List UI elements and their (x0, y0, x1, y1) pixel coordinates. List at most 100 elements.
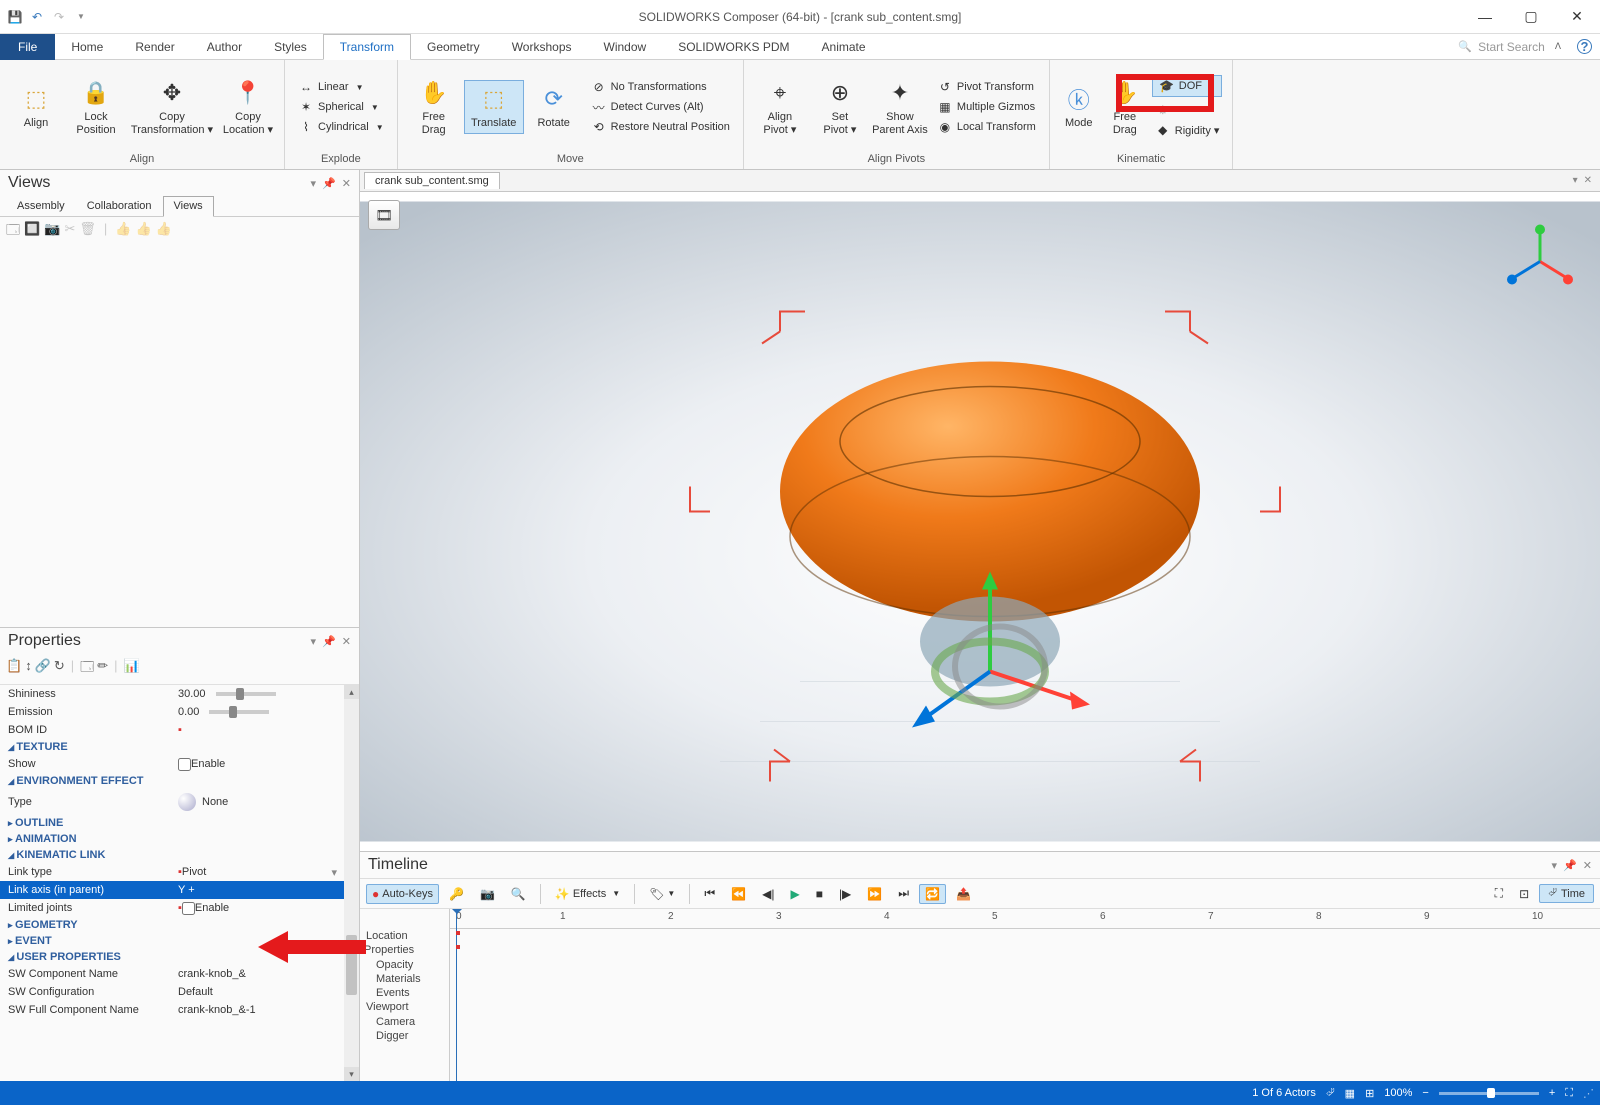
minimize-button[interactable]: — (1462, 0, 1508, 34)
goto-end-button[interactable]: ⏭ (892, 883, 915, 904)
tl-tool-button[interactable]: 🔍 (505, 884, 532, 904)
tab-render[interactable]: Render (119, 34, 190, 60)
kinematic-mode-button[interactable]: ⓚMode (1056, 81, 1102, 132)
limited-joints-checkbox[interactable] (182, 902, 195, 915)
auto-keys-button[interactable]: ●Auto-Keys (366, 884, 439, 904)
views-tab-collaboration[interactable]: Collaboration (76, 196, 163, 216)
prop-row-emission[interactable]: Emission0.00 (0, 703, 345, 721)
prop-tool-icon[interactable]: 🔗 (35, 658, 51, 680)
scroll-thumb[interactable] (346, 935, 357, 995)
prop-row-sw-comp-name[interactable]: SW Component Namecrank-knob_& (0, 965, 345, 983)
redo-icon[interactable]: ↷ (50, 8, 68, 26)
prop-tool-icon[interactable]: 🗔 (80, 658, 94, 680)
viewport-film-icon[interactable]: 🎞 (368, 200, 400, 230)
pivot-transform-button[interactable]: ↺Pivot Transform (934, 78, 1039, 96)
show-parent-axis-button[interactable]: ✦Show Parent Axis (870, 75, 930, 139)
track-viewport[interactable]: Viewport (364, 1000, 445, 1014)
views-tool-icon[interactable]: 📷 (44, 221, 60, 243)
prop-row-bom-id[interactable]: BOM ID▪ (0, 721, 345, 739)
prop-cat-env-effect[interactable]: ENVIRONMENT EFFECT (0, 773, 345, 789)
timeline-keyframe[interactable] (456, 931, 460, 935)
zoom-slider[interactable] (1439, 1092, 1539, 1095)
search-input[interactable]: Start Search (1458, 40, 1544, 54)
properties-scrollbar[interactable]: ▴ ▾ (344, 685, 359, 1081)
rigidity-button[interactable]: ◆Rigidity ▾ (1152, 121, 1223, 139)
panel-pin-icon[interactable]: ▾ (311, 635, 317, 648)
zoom-fit-button[interactable]: ⛶ (1565, 1087, 1573, 1100)
rotate-button[interactable]: ⟳Rotate (524, 81, 584, 132)
play-button[interactable]: ▶ (784, 884, 805, 904)
views-tool-icon[interactable]: 🔲 (24, 221, 40, 243)
dof-button[interactable]: 🎓DOF (1152, 75, 1223, 97)
prop-row-link-type[interactable]: Link type▪ Pivot▾ (0, 863, 345, 881)
prop-cat-outline[interactable]: OUTLINE (0, 815, 345, 831)
timeline-ruler[interactable]: 0 1 2 3 4 5 6 7 8 9 10 (450, 909, 1600, 929)
copy-location-button[interactable]: 📍Copy Location ▾ (218, 75, 278, 139)
file-menu-button[interactable]: File (0, 34, 55, 60)
prop-tool-icon[interactable]: 📊 (124, 658, 140, 680)
prop-row-show[interactable]: Show Enable (0, 755, 345, 773)
rewind-button[interactable]: ⏪ (725, 884, 752, 904)
prop-cat-kinematic-link[interactable]: KINEMATIC LINK (0, 847, 345, 863)
views-tool-icon[interactable]: 👍 (135, 221, 151, 243)
save-icon[interactable]: 💾 (6, 8, 24, 26)
status-grid-icon[interactable]: ▦ (1345, 1087, 1355, 1100)
track-properties[interactable]: Properties (364, 943, 445, 957)
scroll-up-icon[interactable]: ▴ (344, 685, 359, 699)
no-transformations-button[interactable]: ⊘No Transformations (588, 78, 733, 96)
panel-pin-icon[interactable]: ▾ (311, 177, 317, 190)
qat-dropdown-icon[interactable]: ▼ (72, 8, 90, 26)
explode-spherical-button[interactable]: ✶Spherical▼ (295, 98, 387, 116)
prop-cat-event[interactable]: EVENT (0, 933, 345, 949)
time-mode-button[interactable]: ⮰Time (1539, 884, 1594, 903)
doc-tab-close-icon[interactable]: ✕ (1584, 175, 1592, 186)
effects-button[interactable]: ✨Effects▼ (549, 884, 626, 904)
track-location[interactable]: Location (364, 929, 445, 943)
goto-start-button[interactable]: ⏮ (698, 883, 721, 904)
views-tab-assembly[interactable]: Assembly (6, 196, 76, 216)
tab-styles[interactable]: Styles (258, 34, 323, 60)
prop-row-shininess[interactable]: Shininess30.00 (0, 685, 345, 703)
prop-tool-icon[interactable]: ↕ (25, 658, 32, 680)
undo-icon[interactable]: ↶ (28, 8, 46, 26)
tab-solidworks-pdm[interactable]: SOLIDWORKS PDM (662, 34, 805, 60)
tl-tool-button[interactable]: 🔑 (443, 884, 470, 904)
status-cursor-icon[interactable]: ⮰ (1326, 1087, 1335, 1100)
tab-author[interactable]: Author (191, 34, 258, 60)
doc-tab-dropdown-icon[interactable]: ▾ (1573, 175, 1578, 186)
views-tab-views[interactable]: Views (163, 196, 214, 217)
align-button[interactable]: ⬚Align (6, 81, 66, 132)
loop-button[interactable]: 🔁 (919, 884, 946, 904)
views-tool-icon[interactable]: ✂ (64, 221, 75, 243)
show-checkbox[interactable] (178, 758, 191, 771)
detect-curves-button[interactable]: 〰Detect Curves (Alt) (588, 98, 733, 116)
align-pivot-button[interactable]: ⌖Align Pivot ▾ (750, 75, 810, 139)
prop-tool-icon[interactable]: ✏ (97, 658, 108, 680)
tab-window[interactable]: Window (588, 34, 663, 60)
panel-close-icon[interactable]: ✕ (1583, 859, 1592, 872)
set-pivot-button[interactable]: ⊕Set Pivot ▾ (810, 75, 870, 139)
kin-unknown-button[interactable]: ⚙ (1152, 101, 1223, 119)
translate-button[interactable]: ⬚Translate (464, 80, 524, 133)
prop-cat-animation[interactable]: ANIMATION (0, 831, 345, 847)
zoom-in-button[interactable]: + (1549, 1087, 1555, 1099)
views-tool-icon[interactable]: 👍 (115, 221, 131, 243)
maximize-button[interactable]: ▢ (1508, 0, 1554, 34)
track-digger[interactable]: Digger (364, 1029, 445, 1043)
3d-viewport[interactable]: 🎞 (360, 192, 1600, 851)
panel-unpin-icon[interactable]: 📌 (322, 177, 336, 190)
fast-forward-button[interactable]: ⏩ (861, 884, 888, 904)
prop-tool-icon[interactable]: ↻ (54, 658, 65, 680)
lock-position-button[interactable]: 🔒Lock Position (66, 75, 126, 139)
track-camera[interactable]: Camera (364, 1015, 445, 1029)
tl-tool-button[interactable]: 📤 (950, 884, 977, 904)
timeline-keyframe[interactable] (456, 945, 460, 949)
tab-transform[interactable]: Transform (323, 34, 411, 60)
timeline-ruler-area[interactable]: 0 1 2 3 4 5 6 7 8 9 10 (450, 909, 1600, 1081)
kinematic-free-drag-button[interactable]: ✋Free Drag (1102, 75, 1148, 139)
status-apps-icon[interactable]: ⊞ (1365, 1087, 1374, 1100)
zoom-out-button[interactable]: − (1422, 1087, 1428, 1099)
explode-cylindrical-button[interactable]: ⌇Cylindrical▼ (295, 118, 387, 136)
prop-tool-icon[interactable]: 📋 (6, 658, 22, 680)
close-button[interactable]: ✕ (1554, 0, 1600, 34)
